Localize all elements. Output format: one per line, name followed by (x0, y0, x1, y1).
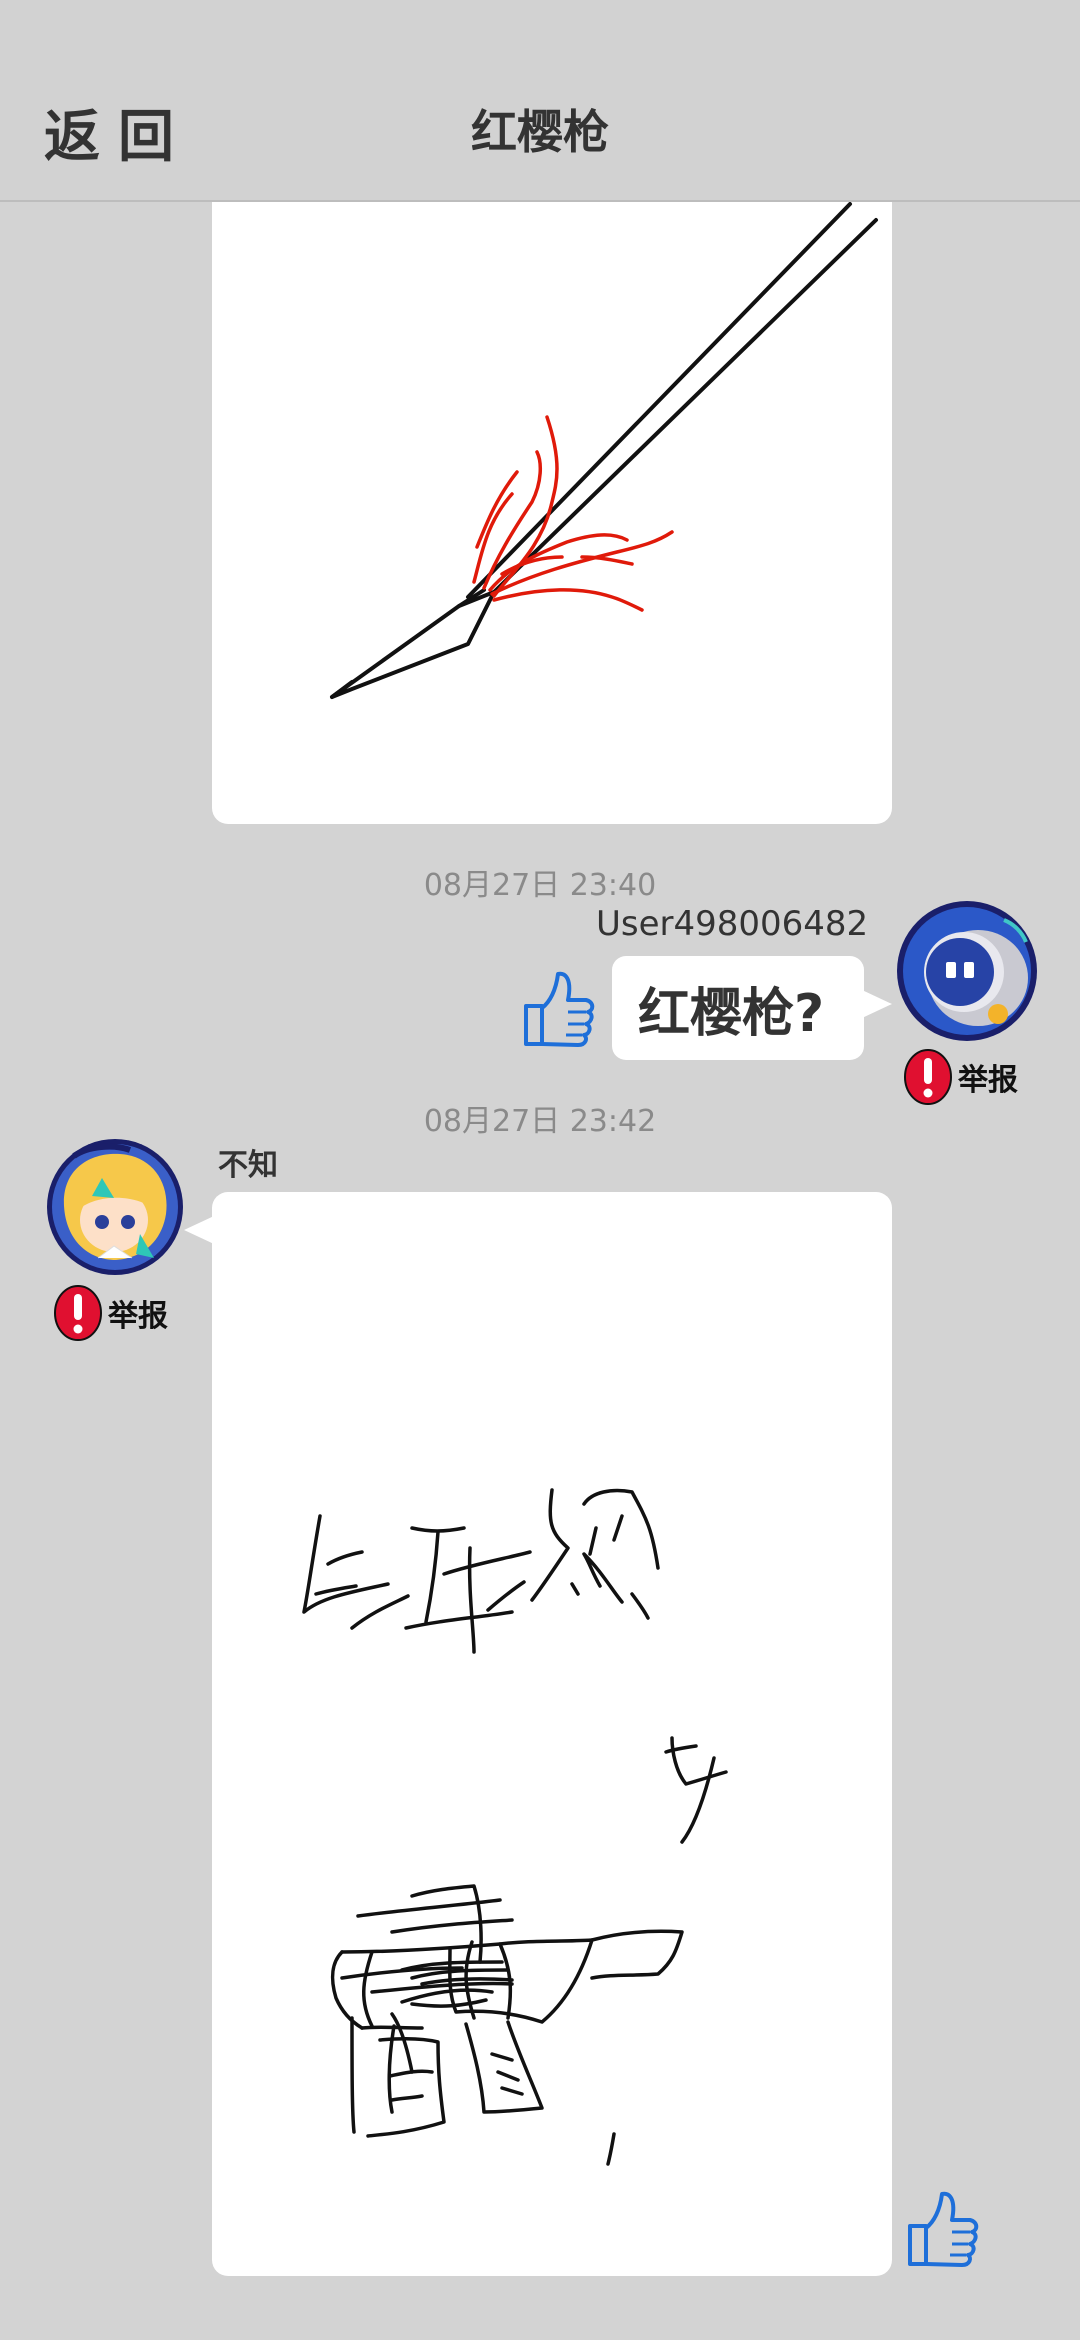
top-bar: 返回 红樱枪 (0, 0, 1080, 202)
report-label: 举报 (958, 1063, 1018, 1098)
thumbs-up-icon[interactable] (520, 966, 596, 1054)
thumbs-up-icon[interactable] (904, 2186, 980, 2274)
spear-drawing (330, 202, 878, 699)
drawing-card-spear[interactable] (212, 202, 892, 824)
avatar-other[interactable] (44, 1136, 186, 1282)
bubble-tail (184, 1216, 214, 1244)
alert-icon (54, 1285, 102, 1341)
report-button-other[interactable]: 举报 (52, 1284, 168, 1342)
avatar-self[interactable] (894, 898, 1040, 1048)
username-other[interactable]: 不知 (218, 1140, 278, 1184)
drawing-card-other[interactable] (212, 1192, 892, 2276)
message-bubble-self[interactable]: 红樱枪? (612, 956, 864, 1060)
username-self[interactable]: User498006482 (596, 904, 868, 944)
bubble-tail (862, 990, 892, 1018)
page-title: 红樱枪 (471, 105, 609, 159)
report-label: 举报 (108, 1299, 168, 1334)
timestamp: 08月27日 23:42 (423, 1104, 657, 1139)
scribble-drawing (302, 1488, 728, 2166)
